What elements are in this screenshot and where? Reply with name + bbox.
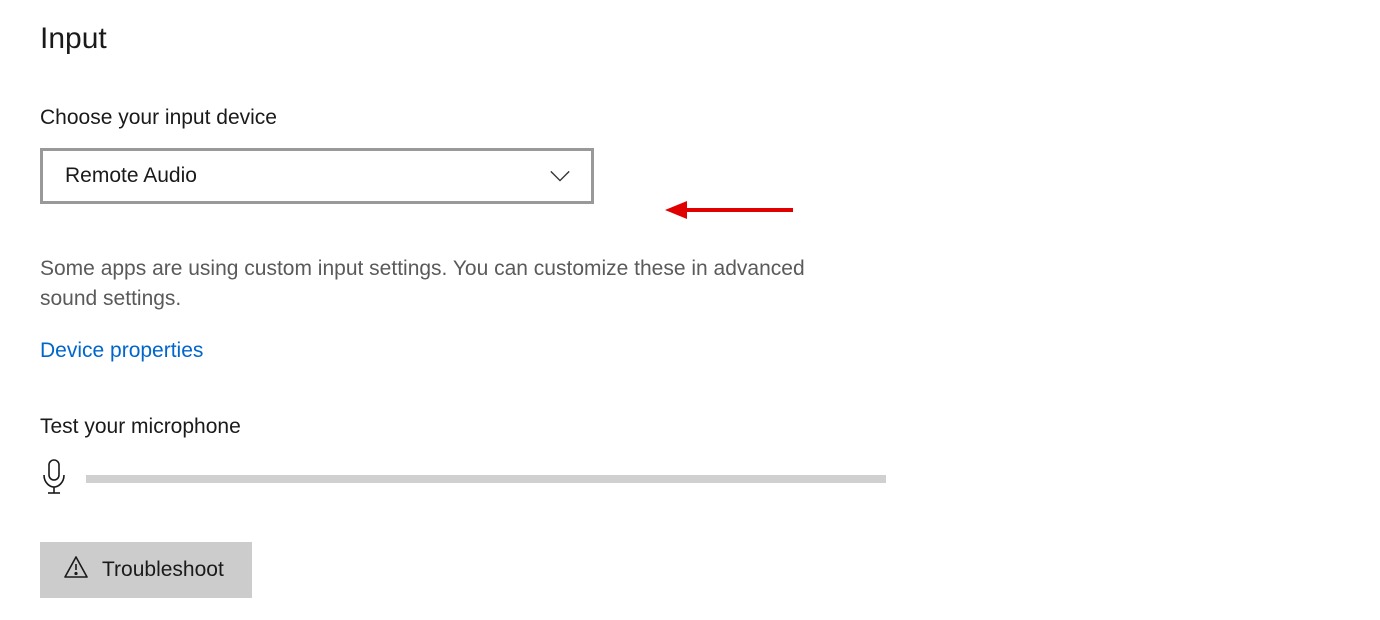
- input-device-dropdown-value: Remote Audio: [65, 164, 197, 188]
- test-microphone-label: Test your microphone: [40, 415, 1340, 439]
- annotation-arrow-icon: [665, 198, 795, 227]
- troubleshoot-button[interactable]: Troubleshoot: [40, 542, 252, 598]
- microphone-level-bar: [86, 475, 886, 483]
- custom-input-settings-help-text: Some apps are using custom input setting…: [40, 254, 830, 315]
- input-device-dropdown[interactable]: Remote Audio: [40, 148, 594, 204]
- microphone-icon: [40, 459, 68, 500]
- troubleshoot-button-label: Troubleshoot: [102, 558, 224, 582]
- warning-triangle-icon: [64, 556, 88, 584]
- choose-input-device-label: Choose your input device: [40, 106, 1340, 130]
- device-properties-link[interactable]: Device properties: [40, 339, 203, 363]
- chevron-down-icon: [549, 169, 571, 183]
- section-title-input: Input: [40, 22, 1340, 56]
